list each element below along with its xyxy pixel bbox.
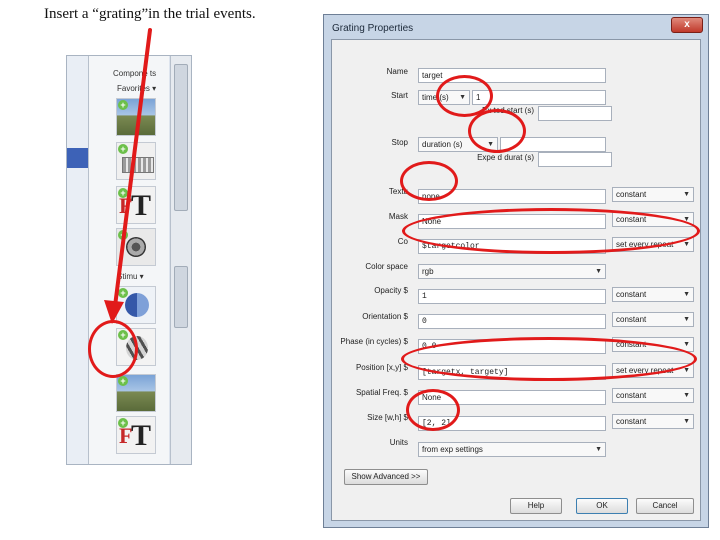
- grating-properties-dialog: Grating Properties x Name target Start t…: [323, 14, 709, 528]
- chevron-down-icon: ▼: [683, 418, 690, 425]
- chevron-down-icon: ▼: [683, 392, 690, 399]
- patch-component-button[interactable]: +: [116, 286, 156, 324]
- texture-update-select[interactable]: constant ▼: [612, 187, 694, 202]
- image-component-button-2[interactable]: +: [116, 374, 156, 412]
- components-header: Compone ts: [113, 69, 157, 78]
- grating-highlight-circle: [88, 320, 138, 378]
- close-button[interactable]: x: [671, 17, 703, 33]
- stop-label: Stop: [391, 138, 408, 147]
- texture-mode-value: constant: [616, 190, 647, 199]
- stimuli-category[interactable]: Stimu ▾: [117, 272, 144, 281]
- scrollbar-thumb-lower[interactable]: [174, 266, 188, 328]
- text-component-button-2[interactable]: + F T: [116, 416, 156, 454]
- favorites-category[interactable]: Favorites ▾: [117, 84, 156, 93]
- size-highlight-circle: [406, 389, 460, 431]
- components-scrollbar[interactable]: [170, 56, 191, 464]
- image-component-button[interactable]: +: [116, 98, 156, 136]
- texture-label: Textu: [388, 187, 408, 196]
- instruction-caption: Insert a “grating”in the trial events.: [44, 6, 256, 22]
- position-highlight-ellipse: [401, 337, 697, 381]
- size-update-select[interactable]: constant ▼: [612, 414, 694, 429]
- size-mode-value: constant: [616, 417, 647, 426]
- opacity-mode-value: constant: [616, 290, 647, 299]
- orientation-field[interactable]: 0: [418, 314, 606, 329]
- patch-icon: [125, 293, 149, 317]
- help-button[interactable]: Help: [510, 498, 562, 514]
- chevron-down-icon: ▼: [683, 191, 690, 198]
- chevron-down-icon: ▼: [595, 446, 602, 453]
- dialog-body: Name target Start time (s) ▼ 1 Ex ted sta…: [331, 39, 701, 521]
- opacity-label: Opacity $: [374, 286, 408, 295]
- expected-start-field[interactable]: [538, 106, 612, 121]
- dialog-title: Grating Properties: [332, 23, 414, 34]
- opacity-update-select[interactable]: constant ▼: [612, 287, 694, 302]
- units-select[interactable]: from exp settings ▼: [418, 442, 606, 457]
- color-space-value: rgb: [422, 267, 434, 276]
- spatial-freq-label: Spatial Freq. $: [355, 388, 408, 397]
- color-space-select[interactable]: rgb ▼: [418, 264, 606, 279]
- size-label: Size [w,h] $: [367, 413, 408, 422]
- routine-panel-edge: [67, 56, 89, 464]
- expected-duration-label: Expe d durat (s): [477, 153, 534, 162]
- show-advanced-button[interactable]: Show Advanced >>: [344, 469, 428, 485]
- add-icon: +: [118, 230, 128, 240]
- orientation-update-select[interactable]: constant ▼: [612, 312, 694, 327]
- phase-label: Phase (in cycles) $: [340, 337, 408, 346]
- add-icon: +: [118, 376, 128, 386]
- scrollbar-thumb[interactable]: [174, 64, 188, 211]
- orientation-label: Orientation $: [362, 312, 408, 321]
- components-list: Compone ts Favorites ▾ + + + F T + Stimu ▾…: [89, 56, 169, 464]
- units-label: Units: [389, 438, 408, 447]
- color-space-label: Color space: [365, 262, 408, 271]
- chevron-down-icon: ▼: [683, 316, 690, 323]
- cancel-button[interactable]: Cancel: [636, 498, 694, 514]
- spatial-freq-mode-value: constant: [616, 391, 647, 400]
- add-icon: +: [118, 100, 128, 110]
- keyboard-component-button[interactable]: +: [116, 142, 156, 180]
- components-panel: Compone ts Favorites ▾ + + + F T + Stimu ▾…: [66, 55, 192, 465]
- units-value: from exp settings: [422, 445, 483, 454]
- text-component-button[interactable]: + F T: [116, 186, 156, 224]
- chevron-down-icon: ▼: [595, 268, 602, 275]
- expected-duration-field[interactable]: [538, 152, 612, 167]
- speaker-icon: [126, 237, 146, 257]
- position-label: Position [x,y] $: [355, 363, 408, 372]
- text-icon-t: T: [131, 419, 152, 452]
- color-highlight-ellipse: [402, 208, 700, 254]
- add-icon: +: [118, 144, 128, 154]
- keyboard-icon: [122, 157, 154, 173]
- add-icon: +: [118, 288, 128, 298]
- mask-label: Mask: [388, 212, 408, 221]
- opacity-field[interactable]: 1: [418, 289, 606, 304]
- name-label: Name: [386, 67, 408, 76]
- color-label: Co: [397, 237, 408, 246]
- sound-component-button[interactable]: +: [116, 228, 156, 266]
- spatial-freq-update-select[interactable]: constant ▼: [612, 388, 694, 403]
- stop-highlight-circle: [468, 109, 526, 153]
- ok-button[interactable]: OK: [576, 498, 628, 514]
- stop-type-value: duration (s): [422, 140, 463, 149]
- routine-selection-highlight: [67, 148, 88, 168]
- texture-highlight-circle: [400, 161, 458, 201]
- orientation-mode-value: constant: [616, 315, 647, 324]
- chevron-down-icon: ▼: [683, 291, 690, 298]
- text-icon-t: T: [131, 189, 152, 222]
- start-label: Start: [391, 91, 408, 100]
